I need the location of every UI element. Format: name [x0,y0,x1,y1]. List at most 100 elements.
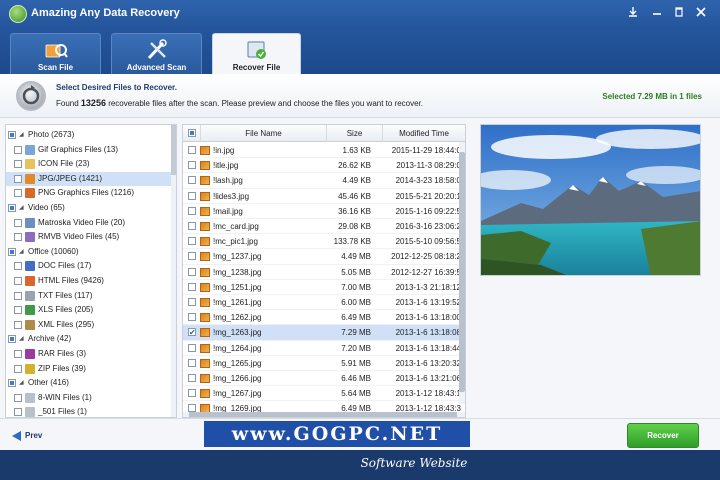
row-checkbox[interactable] [188,222,196,230]
column-modified-time[interactable]: Modified Time [383,125,465,142]
table-row[interactable]: !mc_card.jpg 29.08 KB 2016-3-16 23:06:2 [183,219,461,235]
tree-scroll-thumb[interactable] [171,125,176,175]
row-checkbox[interactable] [188,161,196,170]
tree-item[interactable]: ZIP Files (39) [6,362,176,376]
tree-item[interactable]: Gif Graphics Files (13) [6,143,176,157]
tree-category[interactable]: ◢ Other (416) [6,376,176,390]
tree-checkbox[interactable] [14,408,22,417]
tree-item[interactable]: DOC Files (17) [6,259,176,273]
tree-checkbox[interactable] [14,262,22,271]
tree-item[interactable]: 8-WIN Files (1) [6,391,176,405]
tree-item[interactable]: JPG/JPEG (1421) [6,171,176,186]
table-row[interactable]: !itle.jpg 26.62 KB 2013-11-3 08:29:0 [183,158,461,174]
column-file-name[interactable]: File Name [201,125,327,142]
tree-item[interactable]: TXT Files (117) [6,289,176,303]
tree-checkbox[interactable] [8,379,16,388]
tree-checkbox[interactable] [8,247,16,256]
tree-item[interactable]: RAR Files (3) [6,347,176,361]
row-checkbox[interactable] [188,146,196,154]
tree-checkbox[interactable] [14,320,22,329]
table-row[interactable]: !mg_1237.jpg 4.49 MB 2012-12-25 08:18:2 [183,249,461,265]
expand-arrow-icon[interactable]: ◢ [19,201,24,215]
row-checkbox[interactable] [188,237,196,246]
prev-button[interactable]: Prev [12,431,42,445]
file-list-horizontal-scrollbar[interactable] [183,412,465,417]
tree-item[interactable]: XML Files (295) [6,318,176,332]
row-checkbox[interactable] [188,313,196,322]
expand-arrow-icon[interactable]: ◢ [19,376,24,390]
table-row[interactable]: !mg_1264.jpg 7.20 MB 2013-1-6 13:18:44 [183,341,461,356]
row-checkbox[interactable] [188,206,196,215]
row-checkbox[interactable] [188,389,196,398]
column-size[interactable]: Size [327,125,383,142]
row-checkbox[interactable] [188,267,196,276]
tree-category[interactable]: ◢ Photo (2673) [6,128,176,142]
file-list-scrollbar[interactable] [459,142,465,404]
table-row[interactable]: !lides3.jpg 45.46 KB 2015-5-21 20:20:1 [183,189,461,204]
file-name: !mg_1238.jpg [213,267,262,277]
table-row[interactable]: !mg_1238.jpg 5.05 MB 2012-12-27 16:39:5 [183,265,461,280]
tree-checkbox[interactable] [14,233,22,242]
file-list-horizontal-thumb[interactable] [189,412,457,417]
tree-category[interactable]: ◢ Video (65) [6,201,176,215]
tree-item[interactable]: HTML Files (9426) [6,274,176,288]
tree-checkbox[interactable] [8,204,16,212]
row-checkbox[interactable] [188,374,196,382]
row-checkbox[interactable] [188,191,196,200]
row-checkbox[interactable]: ✔ [188,328,196,337]
tree-checkbox[interactable] [14,306,22,315]
expand-arrow-icon[interactable]: ◢ [19,245,24,259]
table-row[interactable]: !mg_1251.jpg 7.00 MB 2013-1-3 21:18:12 [183,280,461,295]
table-row[interactable]: !mg_1267.jpg 5.64 MB 2013-1-12 18:43:1 [183,386,461,402]
close-icon[interactable] [694,5,708,19]
tree-checkbox[interactable] [8,131,16,139]
tree-checkbox[interactable] [14,393,22,402]
tree-item[interactable]: ICON File (23) [6,157,176,171]
row-checkbox[interactable] [188,252,196,261]
tree-checkbox[interactable] [14,291,22,300]
table-row[interactable]: !mc_pic1.jpg 133.78 KB 2015-5-10 09:56:5 [183,234,461,250]
maximize-icon[interactable] [672,5,686,19]
table-row[interactable]: !lash.jpg 4.49 KB 2014-3-23 18:58:0 [183,173,461,189]
tree-checkbox[interactable] [14,160,22,169]
row-checkbox[interactable] [188,343,196,352]
row-checkbox[interactable] [188,176,196,185]
table-row[interactable]: !mg_1266.jpg 6.46 MB 2013-1-6 13:21:06 [183,371,461,387]
tree-item[interactable]: Matroska Video File (20) [6,216,176,230]
tree-checkbox[interactable] [14,145,22,154]
row-checkbox[interactable] [188,282,196,291]
tree-category[interactable]: ◢ Office (10060) [6,245,176,259]
expand-arrow-icon[interactable]: ◢ [19,332,24,346]
tree-item[interactable]: _501 Files (1) [6,405,176,417]
table-row[interactable]: !mail.jpg 36.16 KB 2015-1-16 09:22:5 [183,204,461,219]
jpg-file-icon [200,191,210,201]
row-checkbox[interactable] [188,358,196,367]
select-all-checkbox[interactable] [183,125,201,142]
tree-item[interactable]: XLS Files (205) [6,303,176,317]
file-list-scroll-thumb[interactable] [459,152,465,392]
recover-button[interactable]: Recover [627,423,699,448]
table-row[interactable]: !mg_1262.jpg 6.49 MB 2013-1-6 13:18:00 [183,310,461,326]
tree-item[interactable]: PNG Graphics Files (1216) [6,186,176,200]
tree-checkbox[interactable] [14,189,22,198]
tree-item[interactable]: RMVB Video Files (45) [6,230,176,244]
tab-advanced-scan[interactable]: Advanced Scan [111,33,202,74]
tree-checkbox[interactable] [8,335,16,344]
table-row[interactable]: ✔ !mg_1263.jpg 7.29 MB 2013-1-6 13:18:08 [183,325,461,341]
table-row[interactable]: !mg_1265.jpg 5.91 MB 2013-1-6 13:20:32 [183,356,461,371]
expand-arrow-icon[interactable]: ◢ [19,128,24,142]
tab-recover-file[interactable]: Recover File [212,33,301,74]
tree-category[interactable]: ◢ Archive (42) [6,332,176,346]
tree-checkbox[interactable] [14,350,22,358]
tree-checkbox[interactable] [14,218,22,227]
table-row[interactable]: !in.jpg 1.63 KB 2015-11-29 18:44:0 [183,143,461,159]
tree-checkbox[interactable] [14,364,22,373]
row-checkbox[interactable] [188,298,196,306]
tree-scrollbar[interactable] [171,125,176,417]
table-row[interactable]: !mg_1261.jpg 6.00 MB 2013-1-6 13:19:52 [183,295,461,311]
tree-checkbox[interactable] [14,277,22,285]
tab-scan-file[interactable]: Scan File [10,33,101,74]
tree-checkbox[interactable] [14,174,22,183]
restore-icon[interactable] [626,5,640,19]
minimize-icon[interactable] [650,5,664,19]
